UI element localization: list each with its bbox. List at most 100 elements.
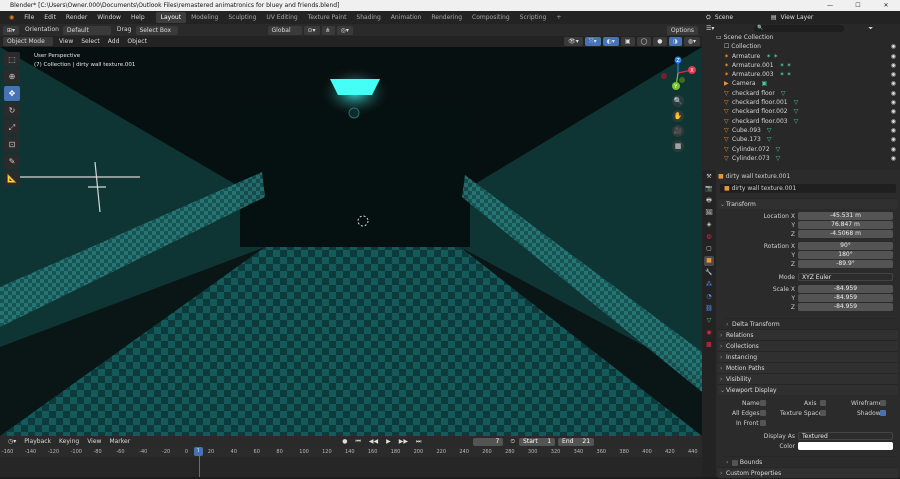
menu-marker[interactable]: Marker <box>105 438 134 445</box>
tab-modeling[interactable]: Modeling <box>186 12 223 23</box>
in-front-checkbox[interactable] <box>760 420 766 426</box>
scale-y-field[interactable]: -84.959 <box>798 294 893 302</box>
eye-icon[interactable]: ◉ <box>891 117 896 126</box>
eye-icon[interactable]: ◉ <box>891 70 896 79</box>
visibility-panel-header[interactable]: Visibility <box>718 373 898 385</box>
all-edges-checkbox[interactable] <box>760 410 766 416</box>
outliner-display-icon[interactable]: ☰▾ <box>706 25 714 32</box>
transform-tool-icon[interactable]: ⊡ <box>4 137 20 152</box>
menu-timeline-view[interactable]: View <box>83 438 105 445</box>
blender-logo-icon[interactable]: ◉ <box>4 11 19 24</box>
outliner-item[interactable]: ▽ Cube.173 ▽ ◉ <box>702 135 900 144</box>
outliner-item[interactable]: ▽ checkard floor.003 ▽ ◉ <box>702 117 900 126</box>
navigation-gizmo[interactable]: X Y Z 🔍 ✋ 🎥 ▦ <box>656 56 700 152</box>
outliner-search-field[interactable]: 🔍 <box>754 25 845 32</box>
tab-layout[interactable]: Layout <box>155 12 187 23</box>
maximize-button[interactable]: ☐ <box>844 0 872 11</box>
rotation-z-field[interactable]: -89.9° <box>798 260 893 268</box>
tab-animation[interactable]: Animation <box>386 12 427 23</box>
outliner-item[interactable]: ▽ Cylinder.073 ▽ ◉ <box>702 154 900 163</box>
menu-render[interactable]: Render <box>61 11 92 24</box>
eye-icon[interactable]: ◉ <box>891 52 896 61</box>
location-z-field[interactable]: -4.5068 m <box>798 230 893 238</box>
menu-select[interactable]: Select <box>77 36 104 48</box>
current-frame-field[interactable]: 7 <box>473 437 504 446</box>
orientation-dropdown[interactable]: Default <box>62 25 111 35</box>
camera-view-icon[interactable]: 🎥 <box>672 125 684 137</box>
data-tab-icon[interactable]: ▽ <box>704 316 714 326</box>
eye-icon[interactable]: ◉ <box>891 89 896 98</box>
scale-tool-icon[interactable]: ⤢ <box>4 120 20 135</box>
menu-keying[interactable]: Keying <box>55 438 83 445</box>
next-key-icon[interactable]: ▶▶ <box>395 438 412 445</box>
pose-data-icon[interactable]: ✶ ✶ <box>780 62 792 69</box>
bounds-panel-header[interactable]: Bounds <box>724 456 898 468</box>
axis-gizmo[interactable]: X Y Z <box>656 56 700 90</box>
minimize-button[interactable]: — <box>816 0 844 11</box>
snap-icon[interactable]: ⋔ <box>321 25 335 35</box>
shading-rendered-icon[interactable]: ◍▾ <box>683 37 700 46</box>
scene-tab-icon[interactable]: ◈ <box>704 220 714 230</box>
collection-row[interactable]: ☐ Collection ◉ <box>702 42 900 51</box>
rotation-y-field[interactable]: 180° <box>798 251 893 259</box>
timeline-track[interactable] <box>0 447 702 477</box>
shading-wireframe-icon[interactable]: ◯ <box>636 37 652 46</box>
outliner-item[interactable]: ▽ checkard floor.002 ▽ ◉ <box>702 107 900 116</box>
physics-tab-icon[interactable]: ◔ <box>704 292 714 302</box>
outliner-item[interactable]: ✶ Armature.003 ✶ ✶ ◉ <box>702 70 900 79</box>
view-layer-tab-icon[interactable]: 🖼 <box>704 208 714 218</box>
tab-uv-editing[interactable]: UV Editing <box>261 12 302 23</box>
record-icon[interactable]: ● <box>338 438 351 445</box>
shading-solid-icon[interactable]: ● <box>653 37 667 46</box>
axis-checkbox[interactable] <box>820 400 826 406</box>
options-dropdown[interactable]: Options <box>666 25 698 35</box>
shading-material-icon[interactable]: ◑ <box>668 37 682 46</box>
constraints-tab-icon[interactable]: ⛓ <box>704 304 714 314</box>
filter-icon[interactable]: ⏷ <box>868 25 873 33</box>
render-tab-icon[interactable]: 📷 <box>704 184 714 194</box>
eye-icon[interactable]: ◉ <box>891 61 896 70</box>
jump-end-icon[interactable]: ⏭ <box>412 438 425 446</box>
pose-data-icon[interactable]: ✶ ✶ <box>780 71 792 78</box>
output-tab-icon[interactable]: 🖶 <box>704 196 714 206</box>
visibility-icon[interactable]: 👁▾ <box>564 37 583 46</box>
outliner-item[interactable]: ▽ Cube.093 ▽ ◉ <box>702 126 900 135</box>
eye-icon[interactable]: ◉ <box>891 126 896 135</box>
play-icon[interactable]: ▶ <box>382 438 395 445</box>
outliner-item[interactable]: ▽ Cylinder.072 ▽ ◉ <box>702 145 900 154</box>
editor-type-button[interactable]: ⊞▾ <box>3 25 20 35</box>
mesh-data-icon[interactable]: ▽ <box>767 127 772 134</box>
menu-window[interactable]: Window <box>92 11 126 24</box>
object-name-field[interactable]: ■ dirty wall texture.001 <box>720 184 896 193</box>
menu-edit[interactable]: Edit <box>39 11 61 24</box>
location-x-field[interactable]: -45.531 m <box>798 212 893 220</box>
drag-dropdown[interactable]: Select Box <box>135 25 178 35</box>
tab-compositing[interactable]: Compositing <box>467 12 515 23</box>
start-frame-field[interactable]: Start 1 <box>519 437 556 446</box>
eye-icon[interactable]: ◉ <box>891 135 896 144</box>
scale-z-field[interactable]: -84.959 <box>798 303 893 311</box>
menu-help[interactable]: Help <box>126 11 150 24</box>
xray-icon[interactable]: ▣ <box>620 37 635 46</box>
outliner-item[interactable]: ✶ Armature ✶ ✶ ◉ <box>702 52 900 61</box>
collections-panel-header[interactable]: Collections <box>718 340 898 352</box>
scene-collection-row[interactable]: ▭ Scene Collection <box>702 33 900 42</box>
tab-sculpting[interactable]: Sculpting <box>223 12 261 23</box>
shadow-checkbox[interactable] <box>880 410 886 416</box>
overlay-toggle-icon[interactable]: ◐▾ <box>602 37 619 46</box>
menu-add[interactable]: Add <box>104 36 124 48</box>
eye-icon[interactable]: ◉ <box>891 154 896 163</box>
custom-properties-panel-header[interactable]: Custom Properties <box>718 467 898 479</box>
zoom-icon[interactable]: 🔍 <box>672 95 684 107</box>
pose-data-icon[interactable]: ✶ ✶ <box>766 53 778 60</box>
view-layer-selector[interactable]: View Layer <box>780 14 813 21</box>
material-tab-icon[interactable]: ◉ <box>704 328 714 338</box>
gizmo-toggle-icon[interactable]: ⤧▾ <box>584 37 601 46</box>
move-tool-icon[interactable]: ✥ <box>4 86 20 101</box>
transform-panel-header[interactable]: Transform <box>718 198 898 210</box>
relations-panel-header[interactable]: Relations <box>718 329 898 341</box>
mesh-data-icon[interactable]: ▽ <box>794 118 799 125</box>
menu-view[interactable]: View <box>55 36 77 48</box>
outliner-item[interactable]: ▽ checkard floor.001 ▽ ◉ <box>702 98 900 107</box>
pivot-icon[interactable]: ⊙▾ <box>303 25 320 35</box>
